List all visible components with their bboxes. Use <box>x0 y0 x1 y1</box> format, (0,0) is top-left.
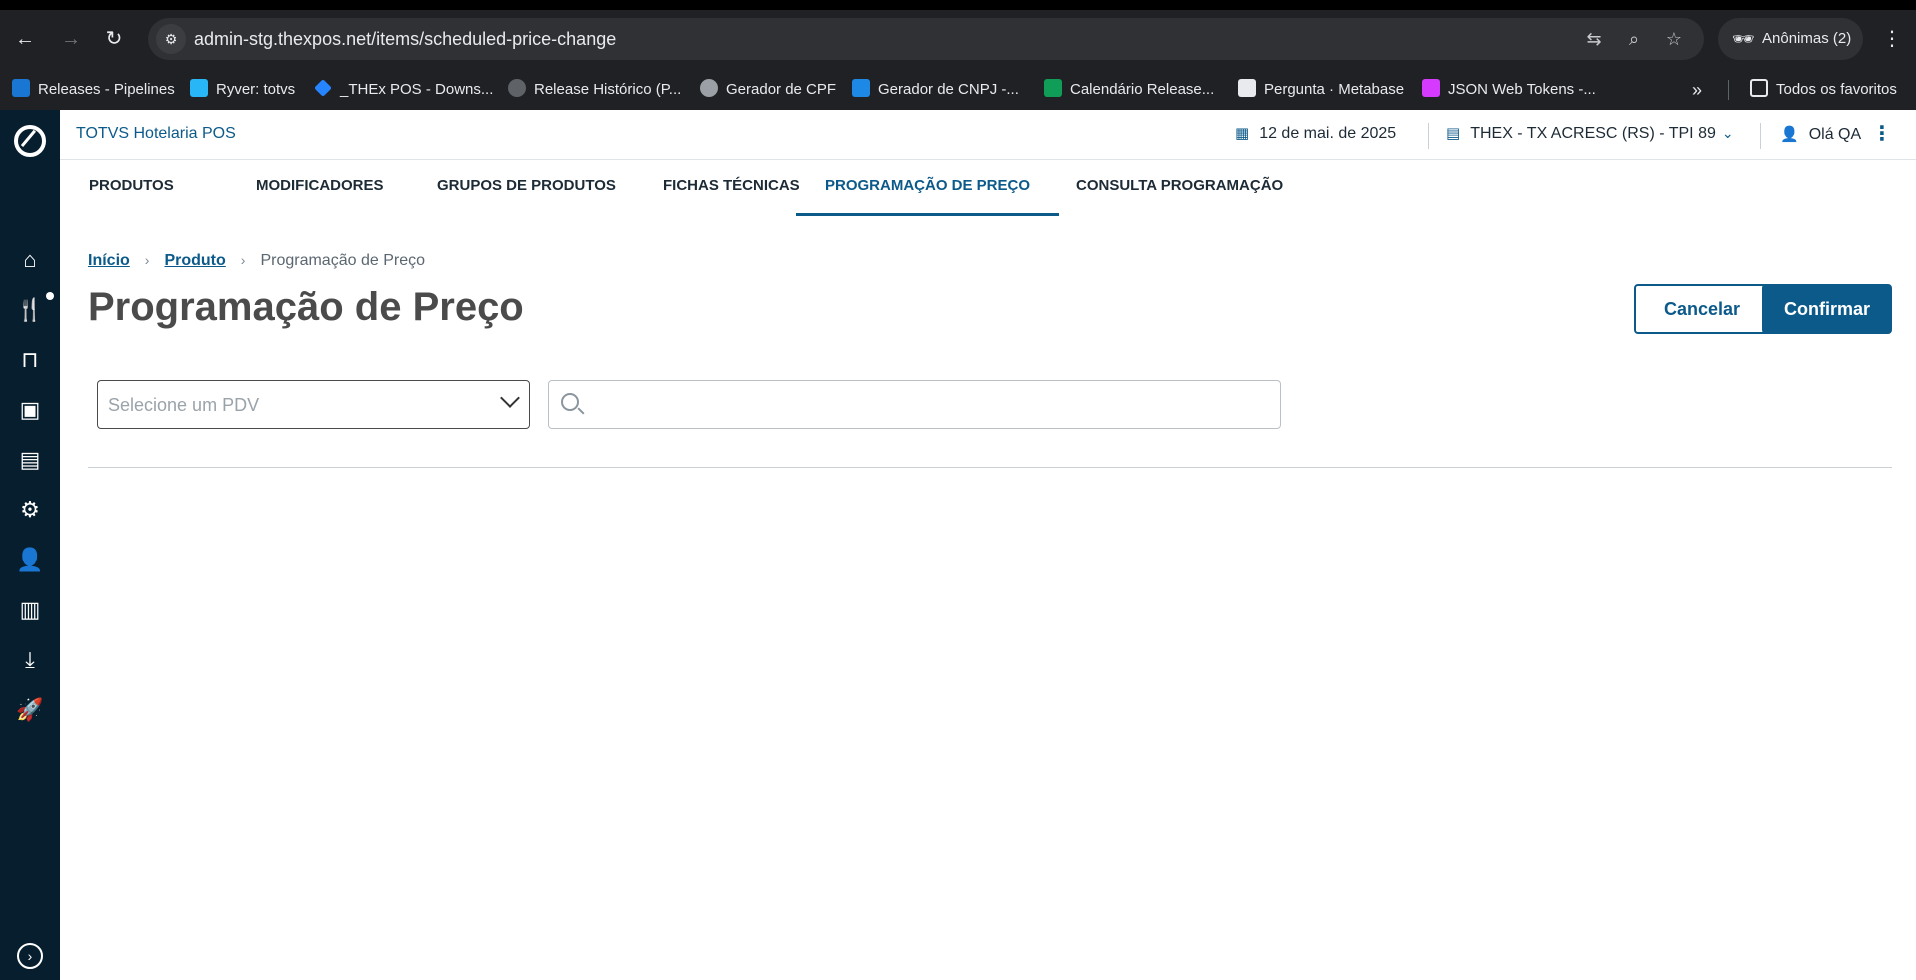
gear-icon <box>852 79 870 97</box>
tab-consulta-programacao[interactable]: CONSULTA PROGRAMAÇÃO <box>1047 162 1312 216</box>
download-document-icon[interactable]: ⤓ <box>14 644 46 676</box>
globe-icon <box>700 79 718 97</box>
app-header: TOTVS Hotelaria POS ▦ 12 de mai. de 2025 … <box>60 110 1916 160</box>
bookmark-item[interactable]: _THEx POS - Downs... <box>314 70 493 110</box>
jwt-icon <box>1422 79 1440 97</box>
app-title: TOTVS Hotelaria POS <box>76 125 236 142</box>
user-icon[interactable]: 👤 <box>14 544 46 576</box>
incognito-icon: 🕶 <box>1732 29 1755 49</box>
expand-sidebar-icon[interactable]: › <box>17 943 43 969</box>
page-title: Programação de Preço <box>88 285 524 329</box>
bookmark-item[interactable]: Release Histórico (P... <box>508 70 681 110</box>
home-icon[interactable]: ⌂ <box>14 244 46 276</box>
back-icon[interactable]: ← <box>12 26 38 52</box>
rocket-icon[interactable]: 🚀 <box>14 694 46 726</box>
browser-chrome: ← → ↻ ⚙ admin-stg.thexpos.net/items/sche… <box>0 0 1916 78</box>
address-bar[interactable]: ⚙ admin-stg.thexpos.net/items/scheduled-… <box>148 18 1704 60</box>
bookmark-item[interactable]: JSON Web Tokens -... <box>1422 70 1596 110</box>
bookmark-item[interactable]: Calendário Release... <box>1044 70 1214 110</box>
sheets-icon <box>1044 79 1062 97</box>
breadcrumb-product[interactable]: Produto <box>164 252 225 269</box>
chevron-right-icon: › <box>144 252 150 268</box>
bookmark-item[interactable]: Pergunta · Metabase <box>1238 70 1404 110</box>
jira-icon <box>314 79 332 97</box>
chevron-down-icon: ⌄ <box>1721 125 1734 141</box>
cancel-button[interactable]: Cancelar <box>1634 284 1770 334</box>
user-icon: 👤 <box>1780 126 1799 143</box>
browser-toolbar: ← → ↻ ⚙ admin-stg.thexpos.net/items/sche… <box>0 14 1916 64</box>
zoom-icon[interactable]: ⌕ <box>1622 27 1646 51</box>
calendar-icon: ▦ <box>1235 125 1250 142</box>
forward-icon[interactable]: → <box>58 26 84 52</box>
bookmarks-separator <box>1728 80 1729 100</box>
bookmarks-bar: Releases - Pipelines Ryver: totvs _THEx … <box>0 70 1916 110</box>
reload-icon[interactable]: ↻ <box>101 26 127 52</box>
chevron-right-icon: › <box>240 252 246 268</box>
notification-dot <box>46 292 54 300</box>
url-text[interactable]: admin-stg.thexpos.net/items/scheduled-pr… <box>194 29 616 50</box>
search-field[interactable] <box>548 380 1281 429</box>
ryver-icon <box>190 79 208 97</box>
browser-menu-icon[interactable]: ⋮ <box>1882 26 1902 51</box>
pdv-select-placeholder: Selecione um PDV <box>108 395 260 415</box>
bookmark-item[interactable]: Gerador de CNPJ -... <box>852 70 1019 110</box>
search-input[interactable] <box>593 389 1273 421</box>
settings-icon[interactable]: ⚙ <box>14 494 46 526</box>
metabase-icon <box>1238 79 1256 97</box>
tab-bar: PRODUTOS MODIFICADORES GRUPOS DE PRODUTO… <box>60 162 1916 216</box>
user-menu[interactable]: 👤 Olá QA <box>1780 125 1861 144</box>
header-divider <box>1760 123 1761 149</box>
tab-modificadores[interactable]: MODIFICADORES <box>227 162 413 216</box>
totvs-logo[interactable] <box>14 125 46 157</box>
chevron-down-icon <box>500 388 520 408</box>
site-info-icon[interactable]: ⚙ <box>156 24 186 54</box>
breadcrumb-current: Programação de Preço <box>260 252 425 269</box>
bookmark-item[interactable]: Gerador de CPF <box>700 70 836 110</box>
sidebar: ⌂ 🍴 ⊓ ▣ ▤ ⚙ 👤 ▥ ⤓ 🚀 › <box>0 110 60 980</box>
profile-label: Anônimas (2) <box>1762 30 1852 47</box>
building-icon: ▤ <box>1446 125 1461 142</box>
tab-programacao-de-preco[interactable]: PROGRAMAÇÃO DE PREÇO <box>796 162 1060 216</box>
tab-produtos[interactable]: PRODUTOS <box>60 162 203 216</box>
all-bookmarks[interactable]: Todos os favoritos <box>1750 70 1897 110</box>
breadcrumb-home[interactable]: Início <box>88 252 130 269</box>
bookmark-star-icon[interactable]: ☆ <box>1662 27 1686 51</box>
tab-grupos-de-produtos[interactable]: GRUPOS DE PRODUTOS <box>408 162 645 216</box>
search-icon <box>561 393 579 411</box>
pdv-select[interactable]: Selecione um PDV <box>97 380 530 429</box>
table-chairs-icon[interactable]: ⊓ <box>14 344 46 376</box>
building-icon[interactable]: ▤ <box>14 444 46 476</box>
confirm-button[interactable]: Confirmar <box>1762 284 1892 334</box>
azure-devops-icon <box>12 79 30 97</box>
chart-icon[interactable]: ▥ <box>14 594 46 626</box>
release-icon <box>508 79 526 97</box>
more-options-icon[interactable]: ⋮ <box>1872 121 1892 146</box>
pos-device-icon[interactable]: ▣ <box>14 394 46 426</box>
translate-icon[interactable]: ⇆ <box>1582 27 1606 51</box>
bookmark-item[interactable]: Ryver: totvs <box>190 70 295 110</box>
utensils-icon[interactable]: 🍴 <box>14 294 46 326</box>
header-divider <box>1428 123 1429 149</box>
folder-icon <box>1750 79 1768 97</box>
tab-strip <box>0 0 1916 10</box>
bookmark-item[interactable]: Releases - Pipelines <box>12 70 175 110</box>
bookmarks-overflow-icon[interactable]: » <box>1692 70 1702 110</box>
section-divider <box>88 467 1892 468</box>
incognito-profile-button[interactable]: 🕶 Anônimas (2) <box>1718 18 1863 60</box>
breadcrumb: Início › Produto › Programação de Preço <box>88 252 425 270</box>
date-display: ▦ 12 de mai. de 2025 <box>1235 125 1397 142</box>
store-selector[interactable]: ▤ THEX - TX ACRESC (RS) - TPI 89 ⌄ <box>1446 124 1734 143</box>
